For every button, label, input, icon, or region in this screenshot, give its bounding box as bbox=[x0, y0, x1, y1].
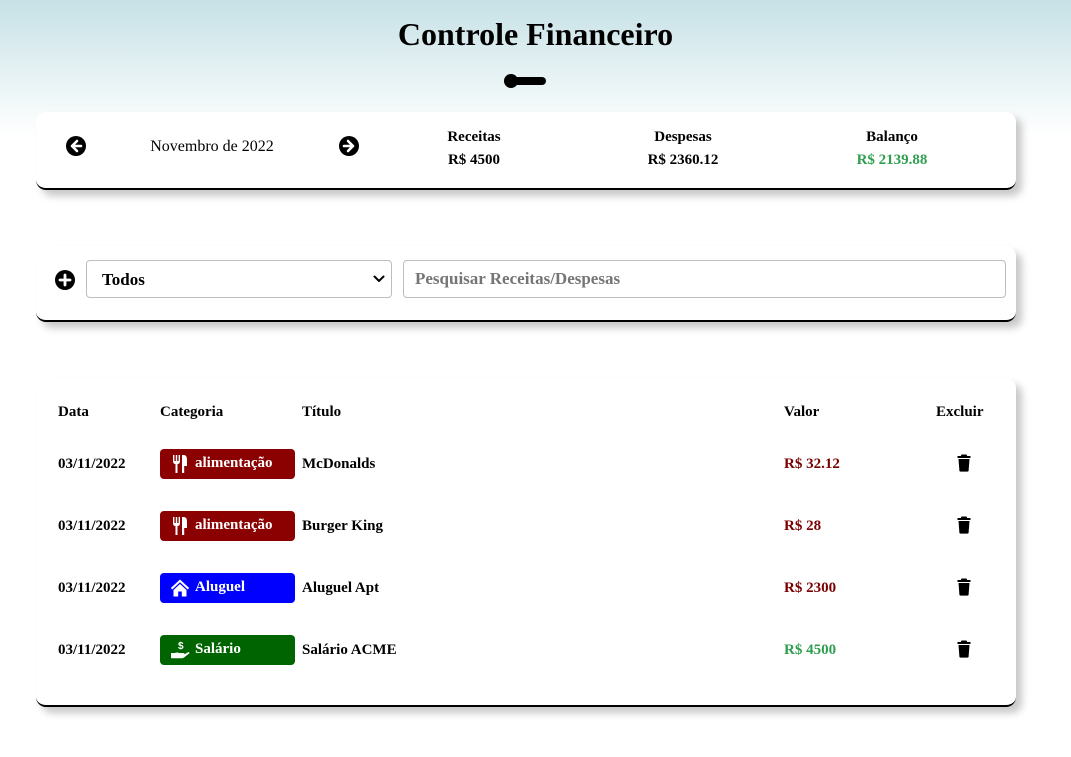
row-date: 03/11/2022 bbox=[58, 518, 126, 534]
balanco-label: Balanço bbox=[866, 129, 918, 145]
trash-icon[interactable] bbox=[957, 454, 971, 472]
trash-icon[interactable] bbox=[957, 578, 971, 596]
transactions-card: Data Categoria Título Valor Excluir 03/1… bbox=[36, 378, 1016, 707]
row-title: Burger King bbox=[302, 518, 383, 534]
row-value: R$ 28 bbox=[784, 518, 822, 534]
column-header-category: Categoria bbox=[160, 404, 224, 420]
hand-dollar-icon: $ bbox=[171, 641, 190, 659]
despesas-value: R$ 2360.12 bbox=[647, 152, 719, 168]
category-label: alimentação bbox=[195, 517, 273, 533]
receitas-label: Receitas bbox=[447, 129, 501, 145]
balanco-summary: Balanço R$ 2139.88 bbox=[802, 126, 982, 172]
svg-text:$: $ bbox=[178, 641, 184, 652]
row-title: Aluguel Apt bbox=[302, 580, 380, 596]
table-row: 03/11/2022 alimentação Burger King R$ 28 bbox=[36, 511, 1016, 543]
row-date: 03/11/2022 bbox=[58, 580, 126, 596]
category-badge: $ Salário bbox=[160, 635, 295, 665]
row-value: R$ 32.12 bbox=[784, 456, 840, 472]
row-title: McDonalds bbox=[302, 456, 376, 472]
house-icon bbox=[170, 579, 190, 597]
category-label: alimentação bbox=[195, 455, 273, 471]
column-header-title: Título bbox=[302, 404, 342, 420]
table-row: 03/11/2022 alimentação McDonalds R$ 32.1… bbox=[36, 449, 1016, 481]
row-value: R$ 4500 bbox=[784, 642, 837, 658]
theme-toggle[interactable] bbox=[504, 74, 546, 88]
page-title: Controle Financeiro bbox=[397, 16, 674, 52]
arrow-right-circle-icon[interactable] bbox=[339, 136, 359, 156]
column-header-delete: Excluir bbox=[936, 404, 984, 420]
utensils-icon bbox=[173, 517, 187, 535]
trash-icon[interactable] bbox=[957, 516, 971, 534]
search-input[interactable] bbox=[403, 260, 1006, 298]
category-badge: alimentação bbox=[160, 511, 295, 541]
trash-icon[interactable] bbox=[957, 640, 971, 658]
receitas-summary: Receitas R$ 4500 bbox=[384, 126, 564, 172]
column-header-value: Valor bbox=[784, 404, 820, 420]
category-badge: Aluguel bbox=[160, 573, 295, 603]
select-value: Todos bbox=[102, 270, 145, 289]
filter-card: Todos bbox=[36, 246, 1016, 322]
table-row: 03/11/2022 $ Salário Salário ACME R$ 450… bbox=[36, 635, 1016, 667]
row-date: 03/11/2022 bbox=[58, 642, 126, 658]
table-row: 03/11/2022 Aluguel Aluguel Apt R$ 2300 bbox=[36, 573, 1016, 605]
row-value: R$ 2300 bbox=[784, 580, 837, 596]
category-filter-select[interactable]: Todos bbox=[86, 260, 392, 298]
category-label: Salário bbox=[195, 641, 241, 657]
summary-card: Novembro de 2022 Receitas R$ 4500 Despes… bbox=[36, 112, 1016, 190]
category-label: Aluguel bbox=[195, 579, 246, 595]
receitas-value: R$ 4500 bbox=[447, 152, 501, 168]
arrow-left-circle-icon[interactable] bbox=[66, 136, 86, 156]
month-label: Novembro de 2022 bbox=[150, 138, 274, 155]
row-date: 03/11/2022 bbox=[58, 456, 126, 472]
toggle-knob[interactable] bbox=[504, 74, 518, 88]
column-header-date: Data bbox=[58, 404, 89, 420]
row-title: Salário ACME bbox=[302, 642, 397, 658]
plus-circle-icon[interactable] bbox=[55, 270, 75, 290]
category-badge: alimentação bbox=[160, 449, 295, 479]
utensils-icon bbox=[173, 455, 187, 473]
balanco-value: R$ 2139.88 bbox=[856, 152, 928, 168]
despesas-summary: Despesas R$ 2360.12 bbox=[593, 126, 773, 172]
despesas-label: Despesas bbox=[654, 129, 712, 145]
chevron-down-icon bbox=[373, 275, 385, 282]
